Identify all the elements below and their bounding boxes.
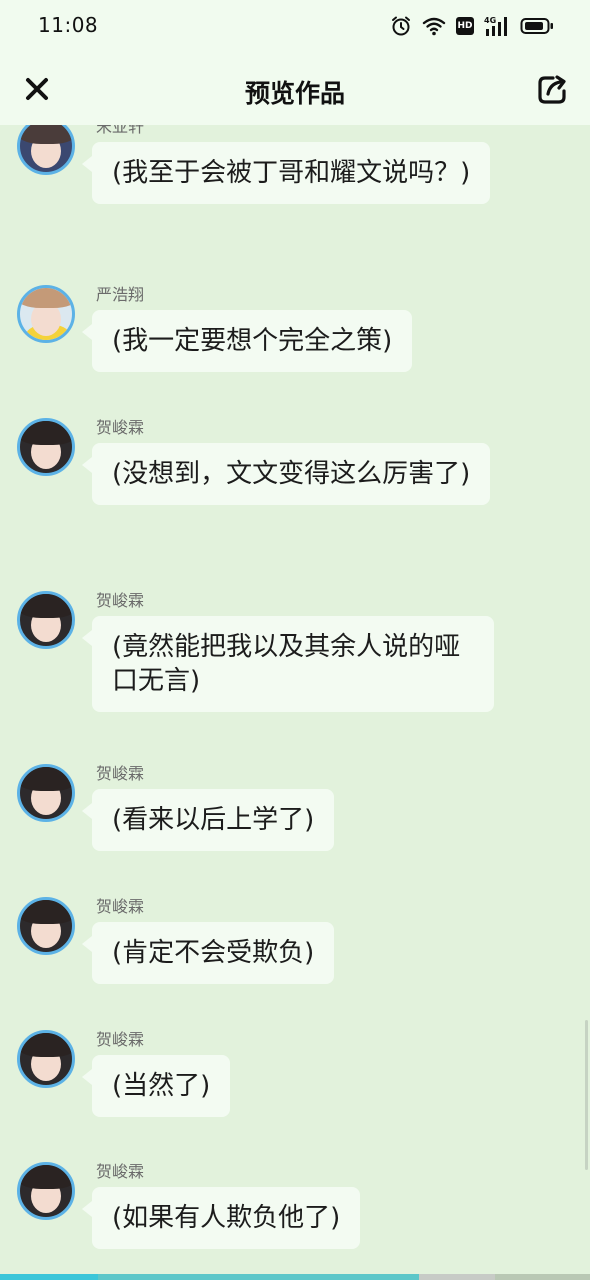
header: 预览作品 <box>0 55 590 125</box>
wifi-icon <box>422 16 446 36</box>
battery-icon <box>520 17 554 35</box>
progress-fill-primary <box>0 1274 98 1280</box>
sender-name: 贺峻霖 <box>96 1162 145 1181</box>
status-bar: 11:08 HD 4G <box>0 0 590 55</box>
message-bubble: (肯定不会受欺负) <box>81 922 335 984</box>
network-label: 4G <box>484 16 496 25</box>
alarm-icon <box>390 15 412 37</box>
message-bubble: (没想到，文文变得这么厉害了) <box>81 443 491 505</box>
playback-progress[interactable] <box>0 1274 590 1280</box>
message-bubble: (看来以后上学了) <box>81 789 335 851</box>
message-bubble: (竟然能把我以及其余人说的哑口无言) <box>82 616 494 712</box>
message-bubble: (如果有人欺负他了) <box>81 1187 361 1249</box>
avatar[interactable] <box>17 1162 75 1220</box>
message-bubble: (当然了) <box>81 1055 231 1117</box>
page-title: 预览作品 <box>244 79 345 108</box>
avatar[interactable] <box>17 591 75 649</box>
hd-icon: HD <box>456 17 474 35</box>
sender-name: 贺峻霖 <box>96 418 145 437</box>
sender-name: 严浩翔 <box>96 285 145 304</box>
share-icon <box>538 75 566 104</box>
avatar[interactable] <box>17 125 75 175</box>
chat-list[interactable]: 宋亚轩 (我至于会被丁哥和耀文说吗？) 严浩翔 (我一定要想个完全之策) 贺峻霖… <box>0 125 590 1272</box>
progress-fill-secondary <box>98 1274 419 1280</box>
message-bubble: (我一定要想个完全之策) <box>81 310 413 372</box>
sender-name: 宋亚轩 <box>96 125 145 136</box>
status-icons: HD 4G <box>390 14 554 38</box>
avatar[interactable] <box>17 897 75 955</box>
share-button[interactable] <box>534 70 572 108</box>
message-bubble: (我至于会被丁哥和耀文说吗？) <box>81 142 491 204</box>
sender-name: 贺峻霖 <box>96 591 145 610</box>
scrollbar-thumb[interactable] <box>585 1020 588 1170</box>
signal-4g-icon: 4G <box>484 15 510 37</box>
status-time: 11:08 <box>38 13 99 37</box>
avatar[interactable] <box>17 418 75 476</box>
sender-name: 贺峻霖 <box>96 1030 145 1049</box>
avatar[interactable] <box>17 1030 75 1088</box>
avatar[interactable] <box>17 285 75 343</box>
avatar[interactable] <box>17 764 75 822</box>
sender-name: 贺峻霖 <box>96 897 145 916</box>
sender-name: 贺峻霖 <box>96 764 145 783</box>
